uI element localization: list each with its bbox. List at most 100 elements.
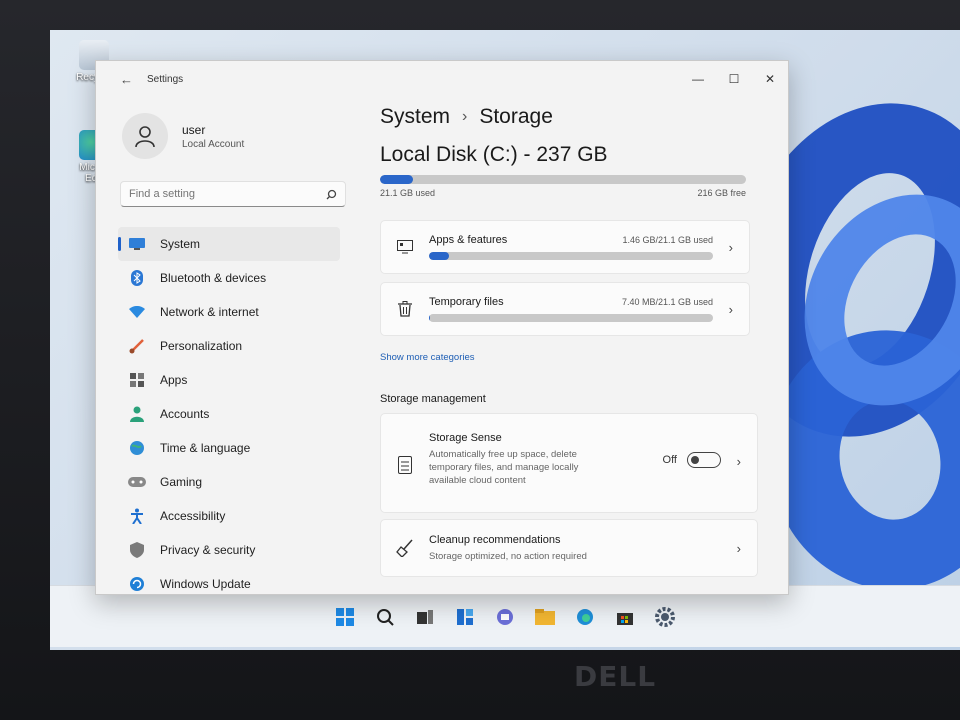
- breadcrumb-parent[interactable]: System: [380, 105, 450, 129]
- person-icon: [130, 406, 144, 422]
- sidebar-item-system[interactable]: System: [118, 227, 340, 261]
- broom-icon: [396, 539, 413, 557]
- storage-sense-card[interactable]: Storage Sense Automatically free up spac…: [380, 413, 758, 513]
- maximize-button[interactable]: ☐: [716, 72, 752, 86]
- sidebar-item-accessibility[interactable]: Accessibility: [118, 499, 340, 533]
- sidebar-item-windows-update[interactable]: Windows Update: [118, 567, 340, 594]
- disk-title: Local Disk (C:) - 237 GB: [380, 143, 608, 166]
- chevron-right-icon: ›: [736, 540, 741, 556]
- sidebar-item-label: Privacy & security: [160, 543, 256, 557]
- sidebar-item-label: Apps: [160, 373, 188, 387]
- sidebar-item-label: Personalization: [160, 339, 243, 353]
- cleanup-recommendations-card[interactable]: Cleanup recommendations Storage optimize…: [380, 519, 758, 577]
- sidebar-item-label: Bluetooth & devices: [160, 271, 267, 285]
- show-more-categories-link[interactable]: Show more categories: [380, 352, 768, 363]
- trash-icon: [398, 301, 412, 317]
- category-title: Apps & features: [429, 234, 508, 246]
- sidebar: user Local Account System Bluetooth & de…: [96, 97, 358, 594]
- search-icon: [377, 608, 394, 626]
- category-value: 1.46 GB/21.1 GB used: [622, 235, 713, 245]
- toggle-state-label: Off: [662, 454, 677, 466]
- globe-icon: [130, 441, 144, 455]
- settings-taskbar-button[interactable]: [654, 606, 676, 628]
- profile-name: user: [182, 122, 206, 137]
- store-button[interactable]: [614, 606, 636, 628]
- bluetooth-icon: [131, 270, 143, 286]
- edge-button[interactable]: [574, 606, 596, 628]
- category-temporary-files[interactable]: Temporary files 7.40 MB/21.1 GB used ›: [380, 282, 750, 336]
- task-view-icon: [417, 609, 433, 624]
- sidebar-item-label: Windows Update: [160, 577, 251, 591]
- chevron-right-icon: ›: [736, 454, 741, 469]
- task-view-button[interactable]: [414, 606, 436, 628]
- search-input[interactable]: [129, 188, 326, 200]
- content-pane: System › Storage Local Disk (C:) - 237 G…: [380, 97, 768, 594]
- settings-window: ← Settings — ☐ ✕ user Local Account Find…: [95, 60, 789, 595]
- category-value: 7.40 MB/21.1 GB used: [621, 297, 713, 307]
- wifi-icon: [129, 306, 145, 318]
- chat-button[interactable]: [494, 606, 516, 628]
- monitor-icon: [129, 238, 145, 250]
- widgets-icon: [457, 608, 473, 625]
- page-title: Storage: [479, 105, 553, 128]
- profile[interactable]: user Local Account: [96, 97, 358, 159]
- drive-icon: [398, 456, 412, 474]
- file-explorer-button[interactable]: [534, 606, 556, 628]
- cleanup-title: Cleanup recommendations: [429, 533, 561, 546]
- category-title: Temporary files: [429, 296, 504, 308]
- sidebar-item-time-language[interactable]: Time & language: [118, 431, 340, 465]
- category-usage-fill: [429, 252, 449, 260]
- disk-free-label: 216 GB free: [697, 188, 746, 198]
- nav-list: System Bluetooth & devices Network & int…: [96, 227, 358, 594]
- sidebar-item-privacy[interactable]: Privacy & security: [118, 533, 340, 567]
- brush-icon: [129, 339, 144, 354]
- sidebar-item-network[interactable]: Network & internet: [118, 295, 340, 329]
- breadcrumb: System › Storage: [380, 105, 768, 129]
- disk-usage-fill: [380, 175, 413, 184]
- controller-icon: [128, 477, 146, 487]
- toggle-switch[interactable]: [687, 452, 721, 468]
- disk-used-label: 21.1 GB used: [380, 188, 436, 198]
- accessibility-icon: [131, 508, 143, 524]
- taskbar-search-button[interactable]: [374, 606, 396, 628]
- store-icon: [617, 612, 633, 625]
- sidebar-item-apps[interactable]: Apps: [118, 363, 340, 397]
- minimize-button[interactable]: —: [680, 72, 716, 86]
- sidebar-item-label: System: [160, 237, 201, 251]
- chevron-right-icon: ›: [728, 301, 733, 317]
- window-title: Settings: [147, 73, 184, 85]
- photo-frame: Recycle Micros Edg ← Settings — ☐ ✕ user…: [0, 0, 960, 720]
- storage-sense-toggle[interactable]: Off: [663, 452, 721, 468]
- cleanup-subtitle: Storage optimized, no action required: [429, 550, 587, 562]
- sidebar-item-label: Accessibility: [160, 509, 226, 523]
- apps-icon: [130, 373, 144, 387]
- sidebar-item-label: Time & language: [160, 441, 251, 455]
- close-button[interactable]: ✕: [752, 72, 788, 86]
- search-box[interactable]: [120, 181, 346, 207]
- chat-icon: [497, 608, 513, 625]
- sidebar-item-personalization[interactable]: Personalization: [118, 329, 340, 363]
- storage-sense-description: Automatically free up space, delete temp…: [429, 449, 579, 486]
- category-usage-bar: [429, 252, 713, 260]
- update-icon: [130, 577, 144, 591]
- sidebar-item-accounts[interactable]: Accounts: [118, 397, 340, 431]
- storage-sense-title: Storage Sense: [429, 432, 502, 444]
- sidebar-item-bluetooth[interactable]: Bluetooth & devices: [118, 261, 340, 295]
- window-controls: — ☐ ✕: [680, 72, 788, 86]
- sidebar-item-gaming[interactable]: Gaming: [118, 465, 340, 499]
- widgets-button[interactable]: [454, 606, 476, 628]
- category-apps-features[interactable]: Apps & features 1.46 GB/21.1 GB used ›: [380, 220, 750, 274]
- title-bar: ← Settings — ☐ ✕: [96, 61, 788, 97]
- profile-subtitle: Local Account: [182, 138, 245, 150]
- section-heading: Storage management: [380, 393, 486, 405]
- sidebar-item-label: Network & internet: [160, 305, 259, 319]
- back-button[interactable]: ←: [120, 72, 133, 87]
- disk-usage-bar: [380, 175, 746, 184]
- chevron-right-icon: ›: [462, 108, 468, 125]
- sidebar-item-label: Accounts: [160, 407, 210, 421]
- avatar: [122, 113, 168, 159]
- start-button[interactable]: [334, 606, 356, 628]
- edge-icon: [577, 608, 593, 625]
- monitor-brand-logo: DELL: [574, 660, 657, 693]
- chevron-right-icon: ›: [728, 239, 733, 255]
